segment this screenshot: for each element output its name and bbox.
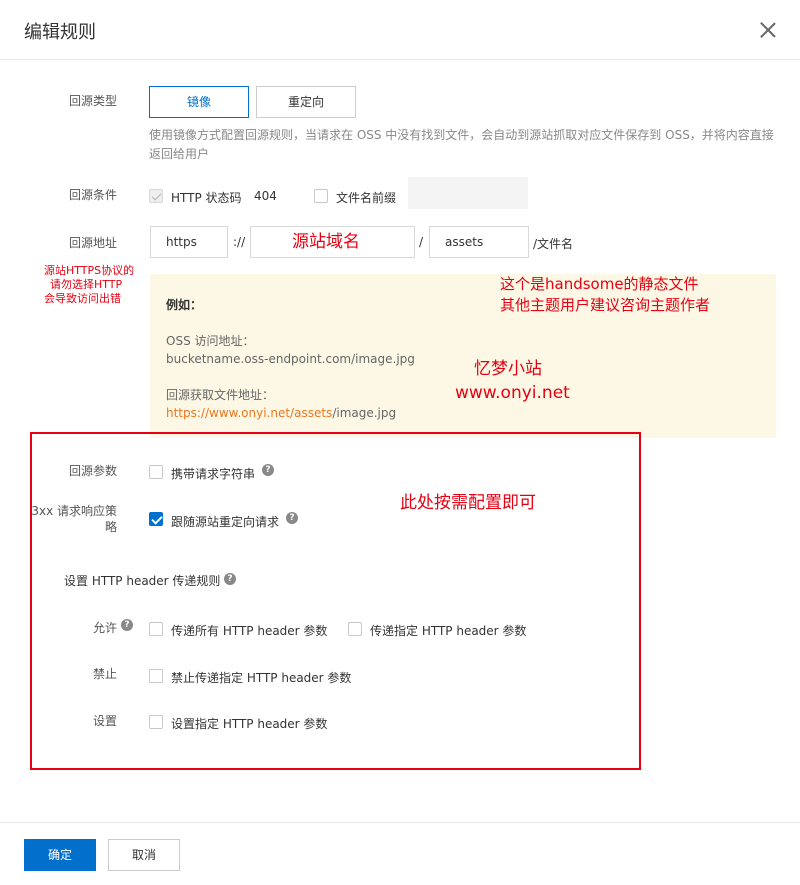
prefix-input[interactable] <box>408 177 528 209</box>
pass-all-headers-checkbox[interactable] <box>149 622 163 636</box>
help-icon[interactable]: ? <box>121 619 133 631</box>
footer-divider <box>0 822 800 823</box>
source-type-hint-line1: 使用镜像方式配置回源规则，当请求在 OSS 中没有找到文件，会自动到源站抓取对应… <box>149 128 774 142</box>
pass-specified-headers-label: 传递指定 HTTP header 参数 <box>370 624 527 638</box>
prefix-checkbox[interactable] <box>314 189 328 203</box>
handsome-note-line2: 其他主题用户建议咨询主题作者 <box>500 296 711 314</box>
origin-address-value: https://www.onyi.net/assets/image.jpg <box>166 406 396 420</box>
origin-url-part3: /image.jpg <box>332 406 397 420</box>
deny-headers-label: 禁止传递指定 HTTP header 参数 <box>171 671 352 685</box>
http-status-checkbox[interactable] <box>149 189 163 203</box>
address-label: 回源地址 <box>68 236 117 250</box>
source-type-label: 回源类型 <box>68 94 117 108</box>
example-heading: 例如： <box>166 298 203 312</box>
allow-label: 允许 <box>92 621 117 635</box>
source-type-hint-line2: 返回给用户 <box>149 147 210 161</box>
dialog-header <box>0 0 800 60</box>
domain-input[interactable]: 源站域名 <box>250 226 415 258</box>
protocol-separator: :// <box>233 235 246 249</box>
protocol-select[interactable]: https <box>150 226 228 258</box>
highlight-frame <box>30 432 641 770</box>
set-headers-checkbox[interactable] <box>149 715 163 729</box>
handsome-note-line1: 这个是handsome的静态文件 <box>500 275 699 293</box>
deny-headers-checkbox[interactable] <box>149 669 163 683</box>
deny-label: 禁止 <box>92 667 117 681</box>
redirect-policy-label-line2: 略 <box>104 520 117 534</box>
ok-button[interactable]: 确定 <box>24 839 96 871</box>
dialog-title: 编辑规则 <box>24 22 96 43</box>
close-icon[interactable] <box>758 20 778 40</box>
filename-suffix: /文件名 <box>533 237 574 251</box>
help-icon[interactable]: ? <box>262 464 274 476</box>
http-header-rules-title: 设置 HTTP header 传递规则 <box>64 574 221 588</box>
set-headers-label: 设置指定 HTTP header 参数 <box>171 717 328 731</box>
https-note-line2: 请勿选择HTTP <box>50 278 123 291</box>
cancel-button[interactable]: 取消 <box>108 839 180 871</box>
set-label: 设置 <box>92 714 117 728</box>
site-name-note: 忆梦小站 <box>474 359 542 379</box>
origin-url-part2: assets <box>294 406 333 420</box>
path-input[interactable]: assets <box>429 226 529 258</box>
follow-redirect-checkbox[interactable] <box>149 512 163 526</box>
query-string-label: 携带请求字符串 <box>171 467 256 481</box>
http-status-label: HTTP 状态码 <box>171 191 242 205</box>
redirect-button[interactable]: 重定向 <box>256 86 356 118</box>
follow-redirect-label: 跟随源站重定向请求 <box>171 515 280 529</box>
condition-label: 回源条件 <box>68 188 117 202</box>
pass-all-headers-label: 传递所有 HTTP header 参数 <box>171 624 328 638</box>
query-string-checkbox[interactable] <box>149 465 163 479</box>
pass-specified-headers-checkbox[interactable] <box>348 622 362 636</box>
site-url-note: www.onyi.net <box>455 383 570 403</box>
https-note-line1: 源站HTTPS协议的 <box>44 264 135 277</box>
oss-address-value: bucketname.oss-endpoint.com/image.jpg <box>166 352 415 366</box>
mirror-button[interactable]: 镜像 <box>149 86 249 118</box>
path-separator: / <box>419 235 424 249</box>
help-icon[interactable]: ? <box>286 512 298 524</box>
redirect-policy-label-line1: 3xx 请求响应策 <box>31 504 117 518</box>
params-label: 回源参数 <box>68 464 117 478</box>
help-icon[interactable]: ? <box>224 573 236 585</box>
prefix-label: 文件名前缀 <box>336 191 397 205</box>
https-note-line3: 会导致访问出错 <box>44 292 121 305</box>
origin-url-part1: https://www.onyi.net/ <box>166 406 295 420</box>
oss-address-label: OSS 访问地址： <box>166 334 255 348</box>
origin-address-label: 回源获取文件地址： <box>166 388 275 402</box>
http-status-value: 404 <box>254 189 277 203</box>
